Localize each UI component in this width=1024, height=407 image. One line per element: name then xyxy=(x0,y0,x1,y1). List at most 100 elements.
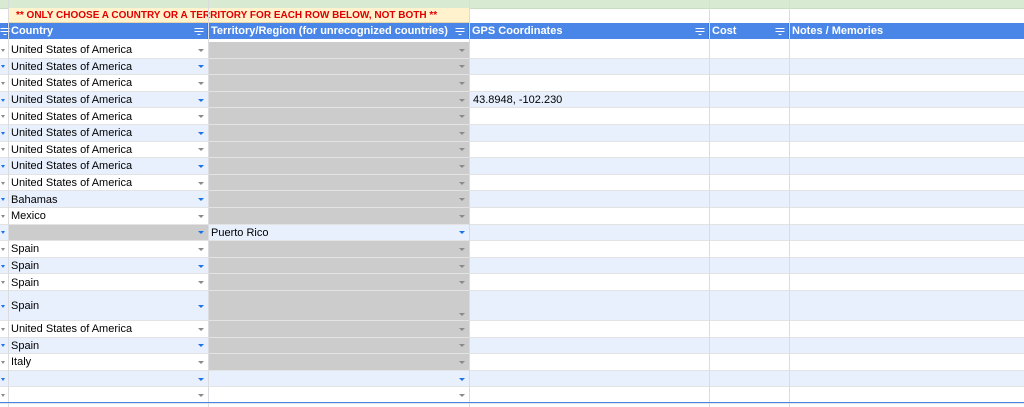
dropdown-caret-icon[interactable] xyxy=(1,344,5,348)
notes-cell[interactable] xyxy=(789,241,1024,257)
country-dropdown[interactable]: United States of America xyxy=(8,158,208,174)
country-dropdown[interactable]: United States of America xyxy=(8,42,208,58)
filter-icon[interactable] xyxy=(194,27,203,35)
gps-cell[interactable] xyxy=(469,338,709,354)
header-cost[interactable]: Cost xyxy=(709,23,789,39)
territory-dropdown[interactable] xyxy=(208,257,469,274)
notes-cell[interactable] xyxy=(789,142,1024,158)
cost-cell[interactable] xyxy=(709,241,789,257)
dropdown-caret-icon[interactable] xyxy=(198,360,204,364)
gps-cell[interactable] xyxy=(469,208,709,224)
dropdown-caret-icon[interactable] xyxy=(1,81,5,85)
dropdown-caret-icon[interactable] xyxy=(1,394,5,398)
header-territory[interactable]: Territory/Region (for unrecognized count… xyxy=(208,23,469,39)
dropdown-caret-icon[interactable] xyxy=(459,247,465,251)
dropdown-caret-icon[interactable] xyxy=(459,65,465,69)
cost-cell[interactable] xyxy=(709,175,789,191)
notes-cell[interactable] xyxy=(789,108,1024,124)
gps-cell[interactable] xyxy=(469,59,709,75)
dropdown-caret-icon[interactable] xyxy=(1,48,5,52)
dropdown-caret-icon[interactable] xyxy=(198,131,204,135)
territory-dropdown[interactable] xyxy=(208,371,469,387)
gps-cell[interactable] xyxy=(469,125,709,141)
dropdown-caret-icon[interactable] xyxy=(459,164,465,168)
dropdown-caret-icon[interactable] xyxy=(459,198,465,202)
territory-dropdown[interactable] xyxy=(208,91,469,108)
country-dropdown[interactable]: Spain xyxy=(8,258,208,274)
dropdown-caret-icon[interactable] xyxy=(198,377,204,381)
gps-cell[interactable] xyxy=(469,274,709,290)
notes-cell[interactable] xyxy=(789,371,1024,387)
dropdown-caret-icon[interactable] xyxy=(198,264,204,268)
gps-cell[interactable] xyxy=(469,321,709,337)
notes-cell[interactable] xyxy=(789,208,1024,224)
territory-dropdown[interactable] xyxy=(208,291,469,320)
cost-cell[interactable] xyxy=(709,225,789,241)
cost-cell[interactable] xyxy=(709,75,789,91)
cost-cell[interactable] xyxy=(709,371,789,387)
cost-cell[interactable] xyxy=(709,42,789,58)
dropdown-caret-icon[interactable] xyxy=(198,198,204,202)
dropdown-caret-icon[interactable] xyxy=(459,394,465,398)
dropdown-caret-icon[interactable] xyxy=(459,231,465,235)
country-dropdown[interactable]: Spain xyxy=(8,241,208,257)
cost-cell[interactable] xyxy=(709,274,789,290)
dropdown-caret-icon[interactable] xyxy=(198,304,204,308)
dropdown-caret-icon[interactable] xyxy=(1,327,5,331)
dropdown-caret-icon[interactable] xyxy=(198,281,204,285)
notes-cell[interactable] xyxy=(789,387,1024,403)
notes-cell[interactable] xyxy=(789,274,1024,290)
territory-dropdown[interactable] xyxy=(208,141,469,158)
notes-cell[interactable] xyxy=(789,75,1024,91)
country-dropdown[interactable]: Spain xyxy=(8,338,208,354)
filter-icon[interactable] xyxy=(695,27,704,35)
dropdown-caret-icon[interactable] xyxy=(198,247,204,251)
territory-dropdown[interactable] xyxy=(208,354,469,370)
header-country[interactable]: Country xyxy=(8,23,208,39)
dropdown-caret-icon[interactable] xyxy=(459,344,465,348)
dropdown-caret-icon[interactable] xyxy=(198,394,204,398)
dropdown-caret-icon[interactable] xyxy=(1,231,5,235)
gps-cell[interactable] xyxy=(469,108,709,124)
gps-cell[interactable] xyxy=(469,175,709,191)
cost-cell[interactable] xyxy=(709,158,789,174)
dropdown-caret-icon[interactable] xyxy=(1,360,5,364)
dropdown-caret-icon[interactable] xyxy=(198,344,204,348)
dropdown-caret-icon[interactable] xyxy=(459,148,465,152)
cost-cell[interactable] xyxy=(709,258,789,274)
notes-cell[interactable] xyxy=(789,338,1024,354)
dropdown-caret-icon[interactable] xyxy=(198,48,204,52)
dropdown-caret-icon[interactable] xyxy=(459,281,465,285)
territory-dropdown[interactable] xyxy=(208,75,469,91)
dropdown-caret-icon[interactable] xyxy=(198,115,204,119)
dropdown-caret-icon[interactable] xyxy=(459,181,465,185)
notes-cell[interactable] xyxy=(789,125,1024,141)
notes-cell[interactable] xyxy=(789,59,1024,75)
country-dropdown[interactable]: Spain xyxy=(8,274,208,290)
gps-cell[interactable] xyxy=(469,354,709,370)
dropdown-caret-icon[interactable] xyxy=(1,65,5,69)
dropdown-caret-icon[interactable] xyxy=(1,181,5,185)
country-dropdown[interactable]: Italy xyxy=(8,354,208,370)
territory-dropdown[interactable]: Puerto Rico xyxy=(208,225,469,241)
territory-dropdown[interactable] xyxy=(208,191,469,207)
gps-cell[interactable]: 43.8948, -102.230 xyxy=(469,92,709,108)
country-dropdown[interactable]: United States of America xyxy=(8,108,208,124)
dropdown-caret-icon[interactable] xyxy=(459,327,465,331)
notes-cell[interactable] xyxy=(789,175,1024,191)
territory-dropdown[interactable] xyxy=(208,42,469,58)
dropdown-caret-icon[interactable] xyxy=(198,81,204,85)
gps-cell[interactable] xyxy=(469,258,709,274)
territory-dropdown[interactable] xyxy=(208,274,469,290)
dropdown-caret-icon[interactable] xyxy=(198,65,204,69)
gps-cell[interactable] xyxy=(469,158,709,174)
dropdown-caret-icon[interactable] xyxy=(459,264,465,268)
dropdown-caret-icon[interactable] xyxy=(1,304,5,308)
country-dropdown[interactable]: Mexico xyxy=(8,208,208,224)
dropdown-caret-icon[interactable] xyxy=(198,231,204,235)
notes-cell[interactable] xyxy=(789,225,1024,241)
cost-cell[interactable] xyxy=(709,92,789,108)
country-dropdown[interactable] xyxy=(8,371,208,387)
country-dropdown[interactable]: United States of America xyxy=(8,125,208,141)
cost-cell[interactable] xyxy=(709,291,789,320)
